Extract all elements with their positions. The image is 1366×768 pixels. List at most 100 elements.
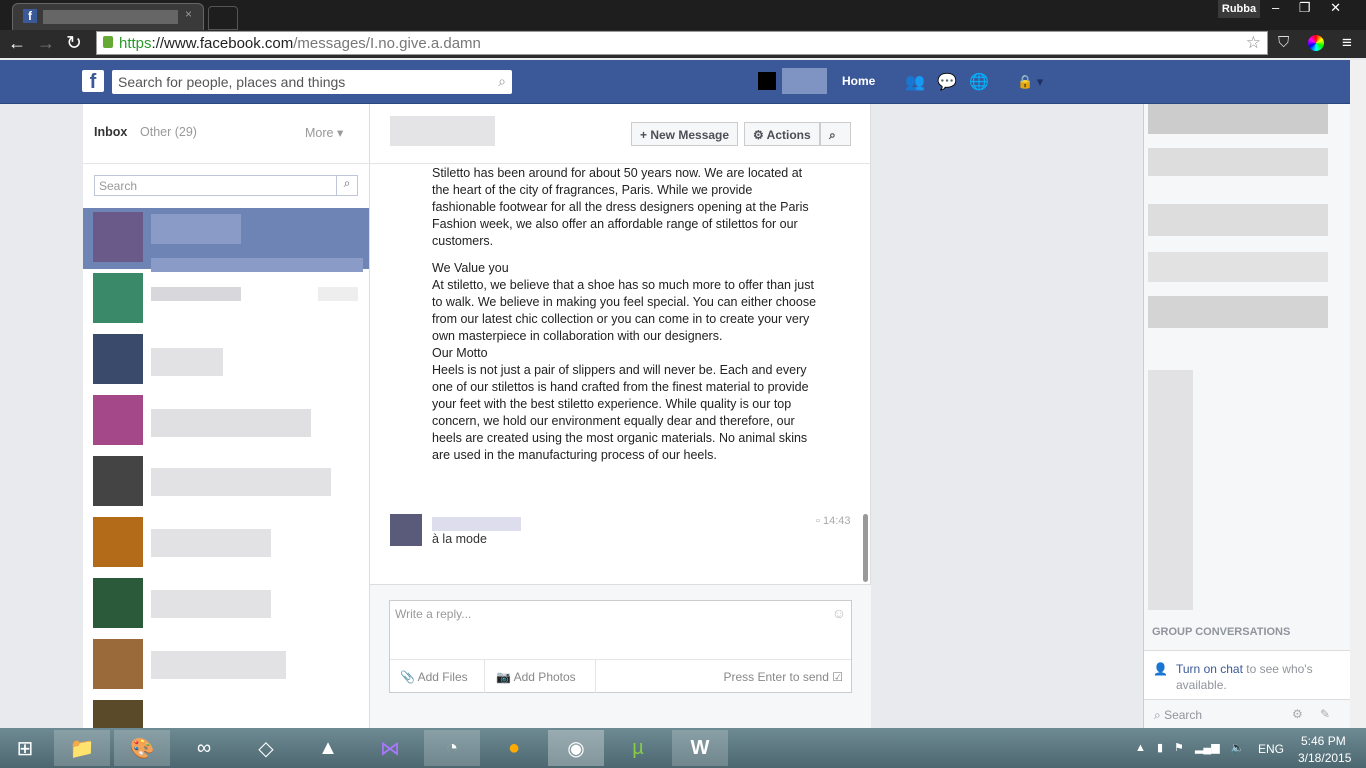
page-scrollbar[interactable] <box>1350 60 1366 728</box>
reply-input[interactable]: Write a reply... <box>395 607 471 621</box>
new-message-label: New Message <box>650 128 730 142</box>
profile-name-blurred[interactable] <box>782 68 827 94</box>
conversation-row[interactable] <box>83 513 369 574</box>
app-icon[interactable]: ◔ <box>424 730 480 766</box>
url-host: ://www.facebook.com <box>151 35 294 52</box>
browser-tab-bar <box>0 0 1366 32</box>
avatar <box>93 639 143 689</box>
search-placeholder: Search <box>1164 708 1203 722</box>
divider <box>484 660 485 693</box>
new-message-button[interactable]: + New Message <box>631 122 739 146</box>
friend-requests-icon[interactable]: 👥 <box>905 72 925 92</box>
search-conversation-button[interactable]: ⌕ <box>820 122 851 146</box>
unity-icon[interactable]: ◇ <box>238 730 294 766</box>
bookmark-star-icon[interactable]: ☆ <box>1246 33 1261 53</box>
conversation-row[interactable] <box>83 574 369 635</box>
utorrent-icon[interactable]: µ <box>610 730 666 766</box>
reply-box: Write a reply... ☺ 📎 Add Files 📷 Add Pho… <box>389 600 852 693</box>
color-extension-icon[interactable] <box>1308 35 1324 51</box>
conversation-row[interactable] <box>83 452 369 513</box>
url-path: /messages/I.no.give.a.damn <box>293 35 481 52</box>
press-enter-label: Press Enter to send <box>723 670 829 684</box>
language-indicator[interactable]: ENG <box>1258 742 1284 756</box>
conversation-row[interactable] <box>83 696 369 728</box>
search-icon[interactable]: ⌕ <box>336 176 357 195</box>
chat-sidebar: GROUP CONVERSATIONS 👤 Turn on chat to se… <box>1143 104 1350 728</box>
gear-icon[interactable]: ⚙ <box>1292 707 1303 721</box>
privacy-shortcuts-icon[interactable]: 🔒 ▾ <box>1017 74 1043 90</box>
divider <box>390 659 851 660</box>
divider <box>370 163 871 164</box>
tab-inbox[interactable]: Inbox <box>94 125 127 139</box>
chat-bubble-icon: ▫ <box>816 515 823 527</box>
turn-on-chat-link[interactable]: Turn on chat <box>1176 662 1243 676</box>
facebook-search-input[interactable]: Search for people, places and things ⌕ <box>112 70 512 94</box>
back-icon[interactable]: ← <box>8 33 26 54</box>
clock-date[interactable]: 3/18/2015 <box>1298 751 1351 765</box>
facebook-logo[interactable]: f <box>82 70 104 93</box>
reload-icon[interactable]: ↻ <box>66 32 82 55</box>
system-tray-icons[interactable]: ▲ ▮ ⚑ ▂▄▆ 🔈 <box>1135 741 1244 754</box>
profile-avatar[interactable] <box>758 72 776 90</box>
chrome-icon[interactable]: ◉ <box>548 730 604 766</box>
avatar <box>93 273 143 323</box>
conversation-row[interactable] <box>83 635 369 696</box>
checkbox-icon[interactable]: ☑ <box>832 670 843 684</box>
search-icon[interactable]: ⌕ <box>498 73 506 90</box>
conversation-panel: + New Message ⚙ Actions ⌕ Stiletto has b… <box>370 104 871 728</box>
notifications-globe-icon[interactable]: 🌐 <box>969 72 989 92</box>
search-placeholder: Search <box>99 179 138 193</box>
add-photos-label: Add Photos <box>513 670 576 684</box>
search-icon: ⌕ <box>829 128 836 142</box>
actions-button[interactable]: ⚙ Actions <box>744 122 820 146</box>
add-files-label: Add Files <box>417 670 468 684</box>
avatar <box>93 395 143 445</box>
add-photos-button[interactable]: 📷 Add Photos <box>496 670 576 684</box>
person-icon: 👤 <box>1153 662 1168 676</box>
menu-icon[interactable]: ≡ <box>1342 33 1352 53</box>
press-enter-toggle[interactable]: Press Enter to send ☑ <box>724 670 844 684</box>
compose-icon[interactable]: ✎ <box>1320 707 1330 721</box>
add-files-button[interactable]: 📎 Add Files <box>400 670 468 684</box>
message-text: à la mode <box>432 532 487 546</box>
more-dropdown[interactable]: More ▾ <box>305 125 343 140</box>
avatar <box>93 456 143 506</box>
plus-icon: + <box>640 128 651 142</box>
shield-extension-icon[interactable]: ⛉ <box>1278 34 1289 51</box>
media-player-icon[interactable]: ● <box>486 730 542 766</box>
message-scrollbar[interactable] <box>863 514 868 582</box>
message-text: We Value you At stiletto, we believe tha… <box>432 261 817 462</box>
visual-studio-icon[interactable]: ⋈ <box>362 730 418 766</box>
address-bar[interactable]: https://www.facebook.com/messages/I.no.g… <box>96 31 1268 55</box>
word-icon[interactable]: W <box>672 730 728 766</box>
profile-name[interactable]: Rubba <box>1218 0 1260 18</box>
conversation-row[interactable] <box>83 330 369 391</box>
forward-icon[interactable]: → <box>37 33 55 54</box>
emoticon-icon[interactable]: ☺ <box>832 605 846 621</box>
start-windows-icon[interactable]: ⊞ <box>0 730 50 766</box>
new-tab-button[interactable] <box>208 6 238 30</box>
browser-tab[interactable]: f × <box>12 3 204 32</box>
search-icon: ⌕ <box>1154 708 1165 722</box>
home-link[interactable]: Home <box>842 74 875 88</box>
conversation-row[interactable] <box>83 269 369 330</box>
chat-search-input[interactable]: ⌕ Search <box>1154 708 1202 723</box>
gear-icon: ⚙ <box>753 128 767 142</box>
conversation-title-blurred <box>390 116 495 146</box>
url-scheme: https <box>119 35 152 52</box>
paint-icon[interactable]: 🎨 <box>114 730 170 766</box>
matlab-icon[interactable]: ▲ <box>300 730 356 766</box>
clock-time[interactable]: 5:46 PM <box>1301 734 1346 748</box>
messages-icon[interactable]: 💬 <box>937 72 957 92</box>
file-explorer-icon[interactable]: 📁 <box>54 730 110 766</box>
window-controls[interactable]: ‒ ❐ ✕ <box>1272 0 1341 16</box>
message-timestamp: ▫ 14:43 <box>816 515 851 527</box>
avatar <box>93 334 143 384</box>
arduino-icon[interactable]: ∞ <box>176 730 232 766</box>
message-text: Stiletto has been around for about 50 ye… <box>432 166 809 248</box>
conversation-row[interactable] <box>83 391 369 452</box>
inbox-search-input[interactable]: Search ⌕ <box>94 175 358 196</box>
close-tab-icon[interactable]: × <box>185 7 192 21</box>
conversation-row-selected[interactable] <box>83 208 369 272</box>
tab-other[interactable]: Other (29) <box>140 125 197 139</box>
